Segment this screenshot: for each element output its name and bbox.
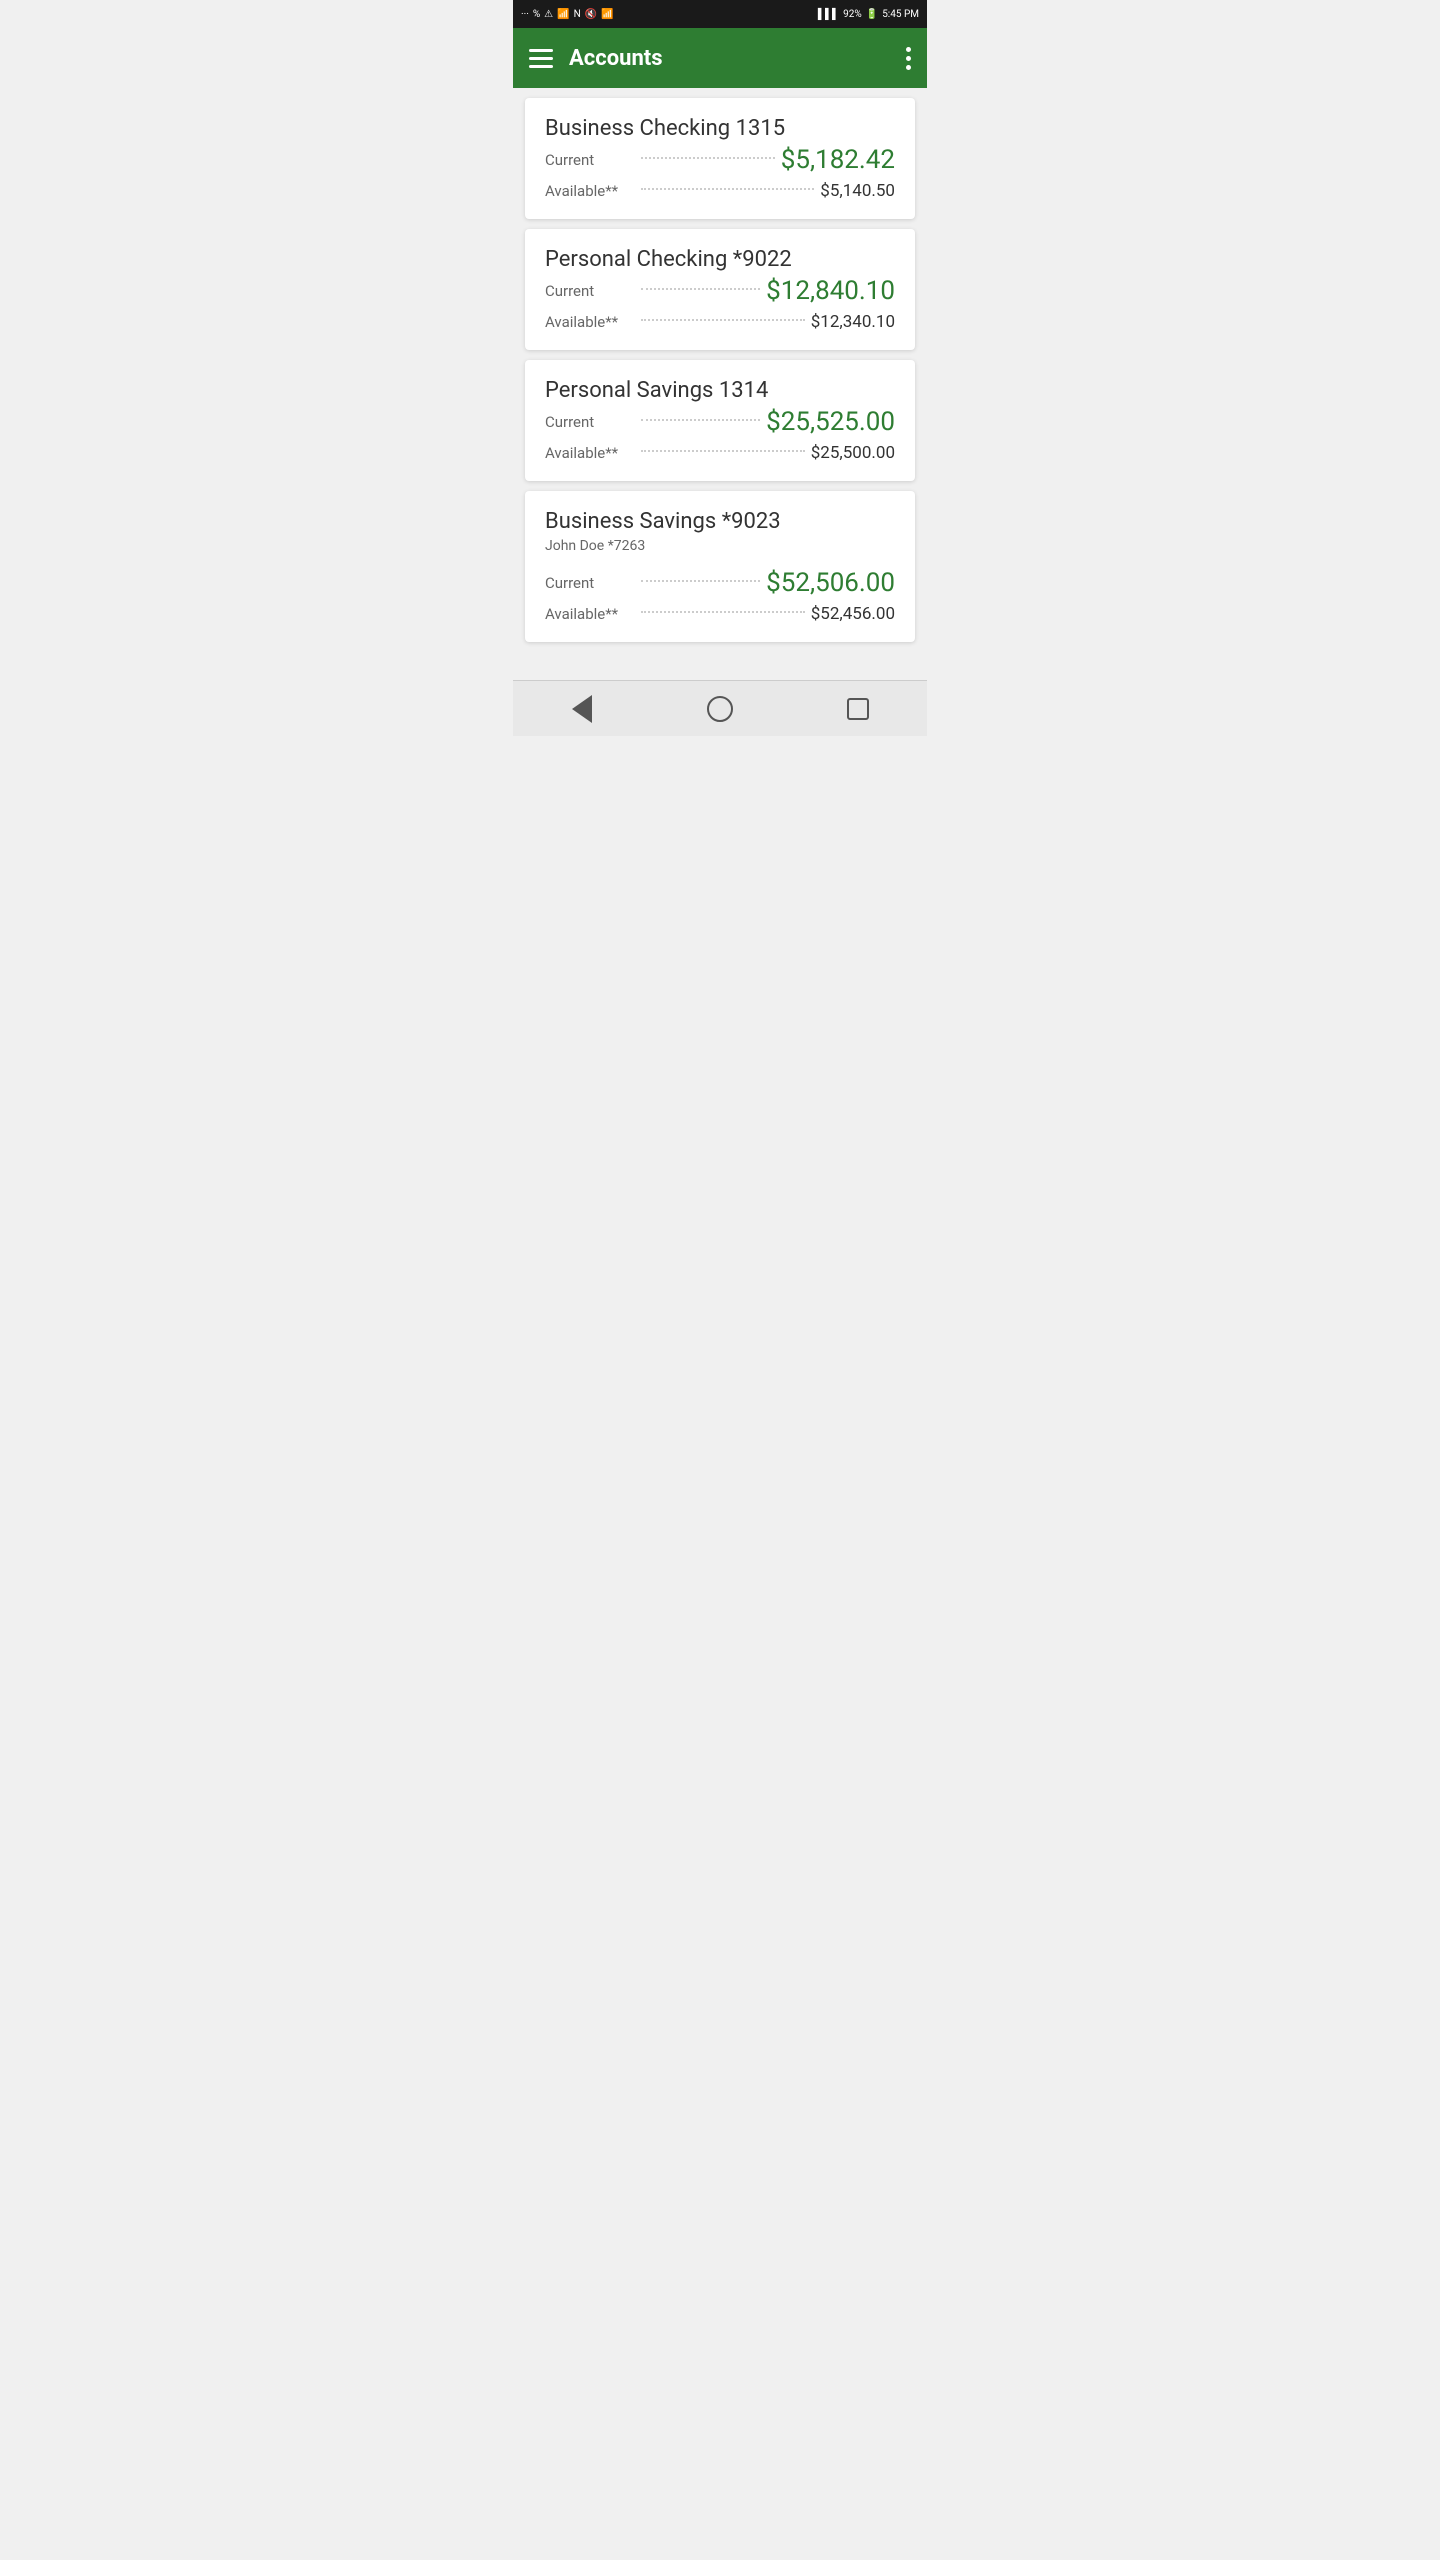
silent-icon: 🔇 xyxy=(585,9,597,20)
back-button[interactable] xyxy=(562,689,602,729)
account-balances-personal-savings: Current $25,525.00 Available** $25,500.0… xyxy=(545,407,895,463)
dots-current-business-checking xyxy=(641,157,775,159)
notification-icon: ··· xyxy=(521,9,529,20)
more-options-button[interactable] xyxy=(906,47,911,70)
home-icon xyxy=(707,696,733,722)
current-label-personal-savings: Current xyxy=(545,413,635,431)
dots-current-personal-savings xyxy=(641,419,760,421)
bluetooth-icon: 📶 xyxy=(557,9,569,20)
account-card-business-savings[interactable]: Business Savings *9023 John Doe *7263 Cu… xyxy=(525,491,915,642)
dots-available-personal-checking xyxy=(641,319,805,321)
account-card-personal-savings[interactable]: Personal Savings 1314 Current $25,525.00… xyxy=(525,360,915,481)
recent-icon xyxy=(847,698,869,720)
current-amount-personal-savings: $25,525.00 xyxy=(766,407,895,437)
status-bar-left: ··· % ⚠ 📶 N 🔇 📶 xyxy=(521,9,614,20)
account-name-business-savings: Business Savings *9023 xyxy=(545,509,895,534)
account-name-personal-savings: Personal Savings 1314 xyxy=(545,378,895,403)
home-button[interactable] xyxy=(700,689,740,729)
dots-available-personal-savings xyxy=(641,450,805,452)
current-balance-row-personal-savings: Current $25,525.00 xyxy=(545,407,895,437)
alert-icon: ⚠ xyxy=(544,9,553,20)
percent-icon: % xyxy=(533,9,540,20)
account-balances-business-checking: Current $5,182.42 Available** $5,140.50 xyxy=(545,145,895,201)
status-bar: ··· % ⚠ 📶 N 🔇 📶 ▌▌▌ 92% 🔋 5:45 PM xyxy=(513,0,927,28)
app-header: Accounts xyxy=(513,28,927,88)
current-label-business-checking: Current xyxy=(545,151,635,169)
current-label-business-savings: Current xyxy=(545,574,635,592)
current-balance-row-business-checking: Current $5,182.42 xyxy=(545,145,895,175)
current-balance-row-business-savings: Current $52,506.00 xyxy=(545,568,895,598)
wifi-icon: 📶 xyxy=(601,9,613,20)
time: 5:45 PM xyxy=(882,9,919,20)
available-amount-personal-checking: $12,340.10 xyxy=(811,312,895,332)
available-amount-personal-savings: $25,500.00 xyxy=(811,443,895,463)
account-card-personal-checking[interactable]: Personal Checking *9022 Current $12,840.… xyxy=(525,229,915,350)
current-amount-personal-checking: $12,840.10 xyxy=(766,276,895,306)
navigation-bar xyxy=(513,680,927,736)
status-bar-right: ▌▌▌ 92% 🔋 5:45 PM xyxy=(818,9,919,20)
available-balance-row-business-checking: Available** $5,140.50 xyxy=(545,181,895,201)
available-label-personal-savings: Available** xyxy=(545,444,635,462)
battery-percent: 92% xyxy=(843,9,862,20)
current-balance-row-personal-checking: Current $12,840.10 xyxy=(545,276,895,306)
accounts-list: Business Checking 1315 Current $5,182.42… xyxy=(513,88,927,680)
dots-current-personal-checking xyxy=(641,288,760,290)
available-amount-business-checking: $5,140.50 xyxy=(820,181,895,201)
page-title: Accounts xyxy=(569,46,906,71)
dots-available-business-checking xyxy=(641,188,814,190)
available-amount-business-savings: $52,456.00 xyxy=(811,604,895,624)
account-name-personal-checking: Personal Checking *9022 xyxy=(545,247,895,272)
current-amount-business-checking: $5,182.42 xyxy=(781,145,895,175)
back-icon xyxy=(572,695,592,723)
dots-current-business-savings xyxy=(641,580,760,582)
account-balances-business-savings: Current $52,506.00 Available** $52,456.0… xyxy=(545,568,895,624)
current-label-personal-checking: Current xyxy=(545,282,635,300)
battery-icon: 🔋 xyxy=(866,9,878,20)
account-balances-personal-checking: Current $12,840.10 Available** $12,340.1… xyxy=(545,276,895,332)
available-label-business-savings: Available** xyxy=(545,605,635,623)
available-balance-row-personal-savings: Available** $25,500.00 xyxy=(545,443,895,463)
available-balance-row-business-savings: Available** $52,456.00 xyxy=(545,604,895,624)
dots-available-business-savings xyxy=(641,611,805,613)
nfc-icon: N xyxy=(574,9,581,20)
available-balance-row-personal-checking: Available** $12,340.10 xyxy=(545,312,895,332)
available-label-personal-checking: Available** xyxy=(545,313,635,331)
available-label-business-checking: Available** xyxy=(545,182,635,200)
account-subtitle-business-savings: John Doe *7263 xyxy=(545,538,895,554)
current-amount-business-savings: $52,506.00 xyxy=(766,568,895,598)
signal-icon: ▌▌▌ xyxy=(818,9,839,20)
account-name-business-checking: Business Checking 1315 xyxy=(545,116,895,141)
recent-apps-button[interactable] xyxy=(838,689,878,729)
menu-button[interactable] xyxy=(529,49,553,68)
account-card-business-checking[interactable]: Business Checking 1315 Current $5,182.42… xyxy=(525,98,915,219)
